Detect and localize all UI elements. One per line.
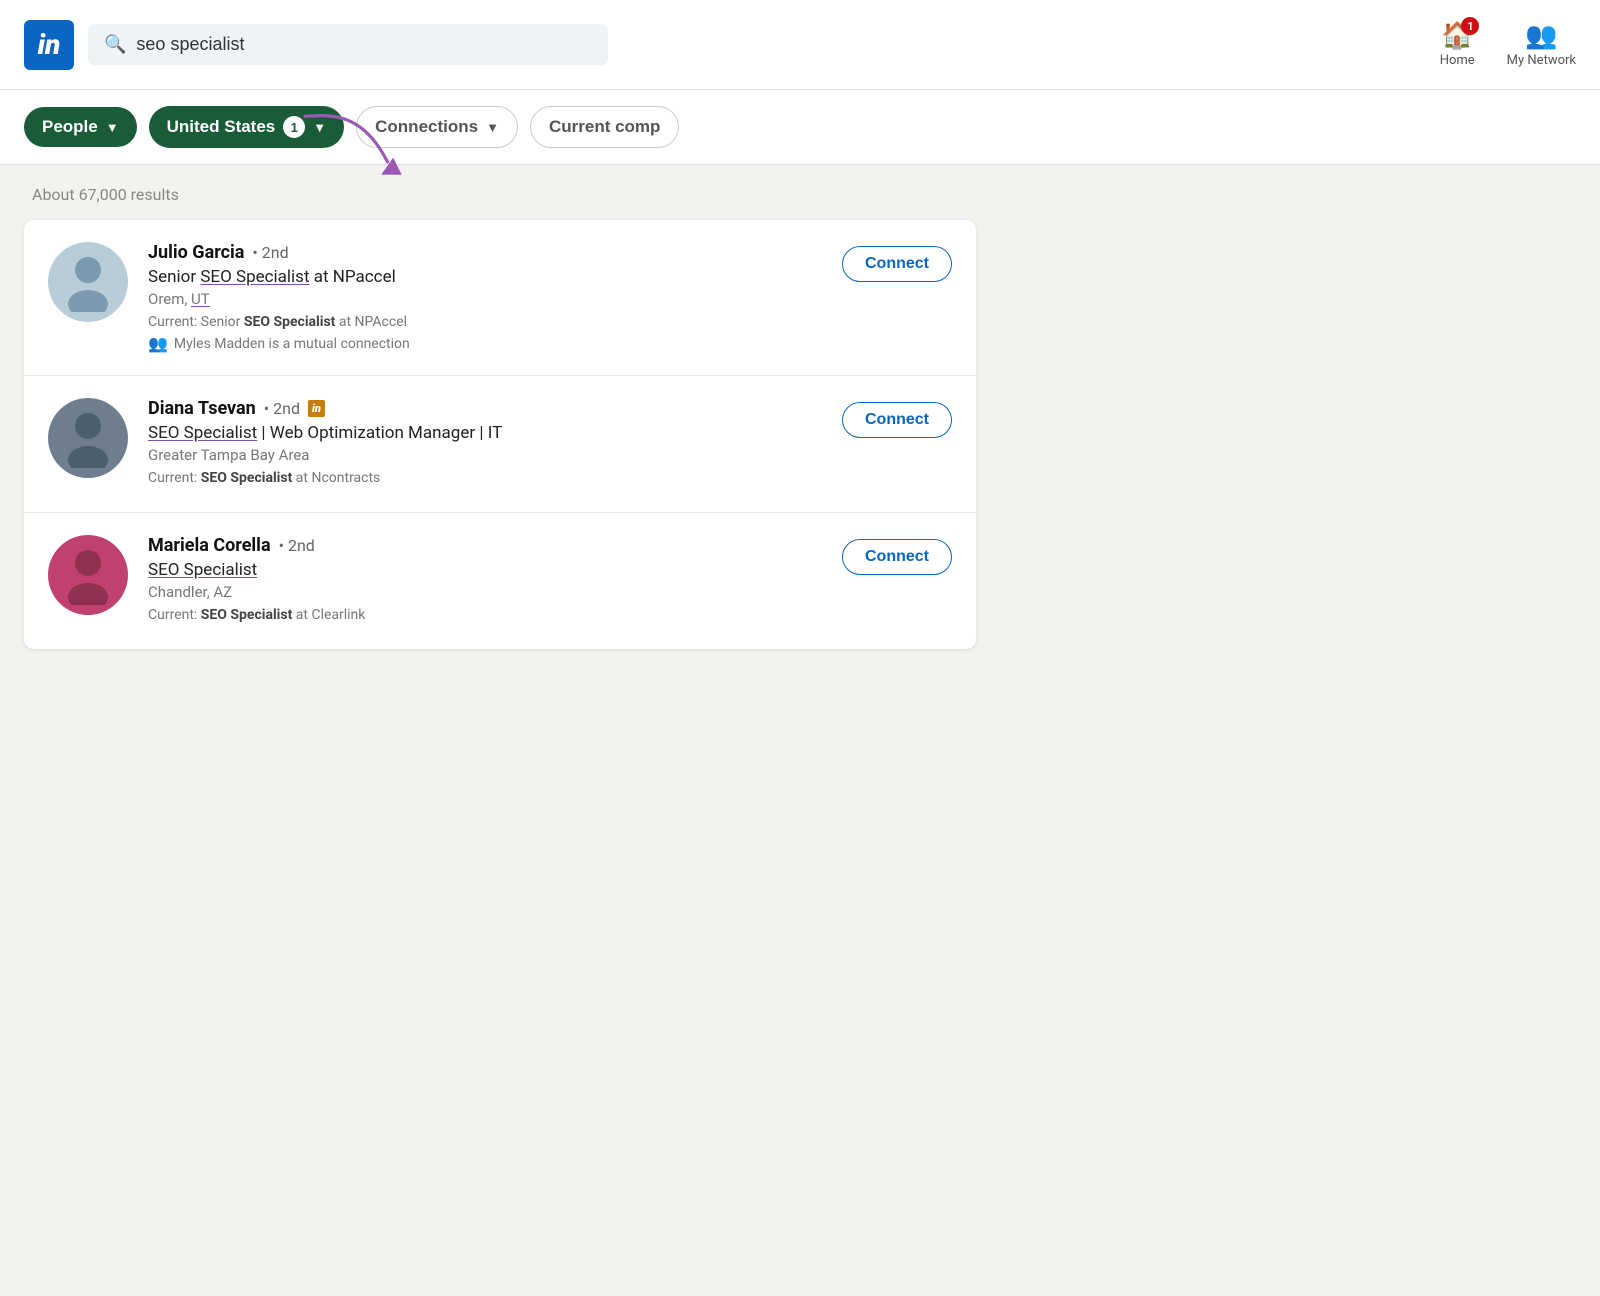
filter-us-badge: 1 bbox=[283, 116, 305, 138]
julio-name: Julio Garcia bbox=[148, 242, 244, 263]
diana-current-bold: SEO Specialist bbox=[201, 470, 293, 486]
filter-us-label: United States bbox=[167, 117, 276, 137]
julio-mutual-text: Myles Madden is a mutual connection bbox=[174, 336, 410, 352]
julio-info: Julio Garcia • 2nd Senior SEO Specialist… bbox=[148, 242, 826, 353]
filter-us-chevron: ▼ bbox=[313, 120, 326, 135]
filter-connections[interactable]: Connections ▼ bbox=[356, 106, 518, 148]
filter-people-chevron: ▼ bbox=[106, 120, 119, 135]
filter-connections-label: Connections bbox=[375, 117, 478, 137]
mariela-info: Mariela Corella • 2nd SEO Specialist Cha… bbox=[148, 535, 826, 627]
julio-location-highlight: UT bbox=[191, 290, 210, 308]
person-card-julio: Julio Garcia • 2nd Senior SEO Specialist… bbox=[24, 220, 976, 376]
diana-title: SEO Specialist | Web Optimization Manage… bbox=[148, 423, 826, 443]
filter-united-states[interactable]: United States 1 ▼ bbox=[149, 106, 345, 148]
diana-current: Current: SEO Specialist at Ncontracts bbox=[148, 470, 826, 486]
mariela-name-row: Mariela Corella • 2nd bbox=[148, 535, 826, 556]
filter-bar: People ▼ United States 1 ▼ Connections ▼… bbox=[0, 90, 1600, 165]
mutual-icon: 👥 bbox=[148, 334, 168, 353]
home-notification-badge: 1 bbox=[1461, 17, 1479, 35]
diana-info: Diana Tsevan • 2nd in SEO Specialist | W… bbox=[148, 398, 826, 490]
filter-people[interactable]: People ▼ bbox=[24, 107, 137, 147]
home-icon: 🏠 1 bbox=[1441, 21, 1473, 51]
person-card-mariela: Mariela Corella • 2nd SEO Specialist Cha… bbox=[24, 513, 976, 649]
diana-location: Greater Tampa Bay Area bbox=[148, 446, 826, 464]
mariela-degree: • 2nd bbox=[279, 536, 315, 555]
diana-linkedin-badge: in bbox=[308, 400, 325, 417]
mariela-title: SEO Specialist bbox=[148, 560, 826, 580]
mariela-current: Current: SEO Specialist at Clearlink bbox=[148, 607, 826, 623]
nav-home[interactable]: 🏠 1 Home bbox=[1440, 21, 1475, 68]
mariela-location: Chandler, AZ bbox=[148, 583, 826, 601]
diana-avatar-image bbox=[63, 408, 113, 468]
avatar-diana[interactable] bbox=[48, 398, 128, 478]
connect-btn-mariela[interactable]: Connect bbox=[842, 539, 952, 575]
connect-btn-diana[interactable]: Connect bbox=[842, 402, 952, 438]
mariela-name: Mariela Corella bbox=[148, 535, 271, 556]
filter-connections-chevron: ▼ bbox=[486, 120, 499, 135]
results-area: About 67,000 results Julio Garcia • 2nd … bbox=[0, 165, 1000, 669]
julio-current: Current: Senior SEO Specialist at NPAcce… bbox=[148, 314, 826, 330]
mariela-current-bold: SEO Specialist bbox=[201, 607, 293, 623]
mariela-avatar-image bbox=[63, 545, 113, 605]
julio-name-row: Julio Garcia • 2nd bbox=[148, 242, 826, 263]
julio-location: Orem, UT bbox=[148, 290, 826, 308]
avatar-mariela[interactable] bbox=[48, 535, 128, 615]
julio-mutual: 👥 Myles Madden is a mutual connection bbox=[148, 334, 826, 353]
filter-people-label: People bbox=[42, 117, 98, 137]
diana-name-row: Diana Tsevan • 2nd in bbox=[148, 398, 826, 419]
filter-current-company-label: Current comp bbox=[549, 117, 660, 137]
nav-my-network[interactable]: 👥 My Network bbox=[1507, 21, 1576, 68]
diana-degree: • 2nd bbox=[264, 399, 300, 418]
my-network-label: My Network bbox=[1507, 53, 1576, 68]
search-input[interactable] bbox=[136, 34, 592, 55]
search-bar-container: 🔍 bbox=[88, 24, 608, 65]
diana-name: Diana Tsevan bbox=[148, 398, 256, 419]
linkedin-logo[interactable]: in bbox=[24, 20, 74, 70]
julio-current-bold: SEO Specialist bbox=[244, 314, 336, 330]
my-network-icon: 👥 bbox=[1525, 21, 1557, 51]
header-nav: 🏠 1 Home 👥 My Network bbox=[1440, 21, 1576, 68]
results-count: About 67,000 results bbox=[24, 185, 976, 204]
julio-degree: • 2nd bbox=[252, 243, 288, 262]
mariela-title-highlight: SEO Specialist bbox=[148, 560, 257, 580]
connect-btn-julio[interactable]: Connect bbox=[842, 246, 952, 282]
search-icon: 🔍 bbox=[104, 34, 126, 55]
filter-current-company[interactable]: Current comp bbox=[530, 106, 679, 148]
home-label: Home bbox=[1440, 53, 1475, 68]
julio-title: Senior SEO Specialist at NPaccel bbox=[148, 267, 826, 287]
julio-avatar-image bbox=[63, 252, 113, 312]
person-card-diana: Diana Tsevan • 2nd in SEO Specialist | W… bbox=[24, 376, 976, 513]
header: in 🔍 🏠 1 Home 👥 My Network bbox=[0, 0, 1600, 90]
diana-title-highlight: SEO Specialist bbox=[148, 423, 257, 443]
results-list: Julio Garcia • 2nd Senior SEO Specialist… bbox=[24, 220, 976, 649]
avatar-julio[interactable] bbox=[48, 242, 128, 322]
julio-title-highlight: SEO Specialist bbox=[200, 267, 309, 287]
